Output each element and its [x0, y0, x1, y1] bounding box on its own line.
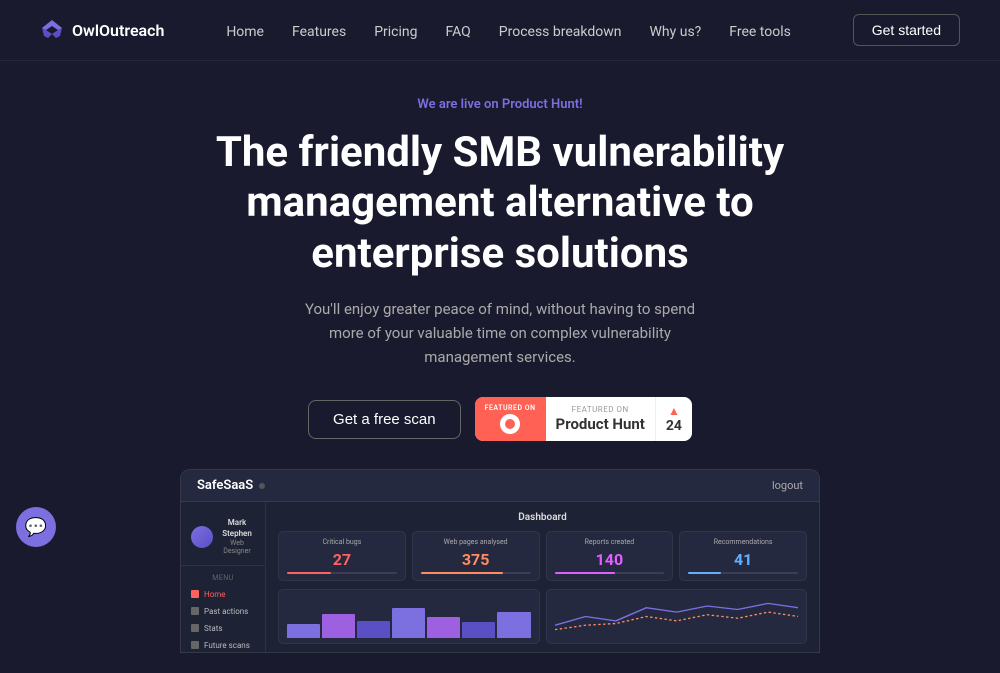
db-card-value-2: 140	[555, 550, 665, 569]
ph-circle-icon	[500, 414, 520, 434]
db-bar-chart-bars	[287, 603, 531, 638]
db-card-value-3: 41	[688, 550, 798, 569]
db-card-bar-fill-2	[555, 572, 615, 574]
db-card-reports: Reports created 140	[546, 531, 674, 581]
db-line-chart	[546, 589, 808, 644]
db-card-bar-fill-3	[688, 572, 721, 574]
ph-upvote-count: ▲ 24	[655, 397, 692, 441]
nav-links: Home Features Pricing FAQ Process breakd…	[226, 21, 791, 40]
db-avatar	[191, 526, 213, 548]
ph-product-hunt-label: Product Hunt	[556, 415, 645, 433]
nav-item-home[interactable]: Home	[226, 21, 264, 40]
db-bar-6	[462, 622, 495, 638]
db-menu-item-home[interactable]: Home	[181, 586, 265, 603]
db-line-chart-svg	[555, 599, 799, 634]
nav-item-pricing[interactable]: Pricing	[374, 21, 417, 40]
db-card-label-3: Recommendations	[688, 538, 798, 546]
db-menu-label-stats: Stats	[204, 624, 222, 633]
db-menu-item-past-actions[interactable]: Past actions	[181, 603, 265, 620]
db-bar-3	[357, 621, 390, 639]
db-card-bar-1	[421, 572, 531, 574]
db-topbar: SafeSaaS logout	[181, 470, 819, 502]
ph-arrow-icon: ▲	[668, 404, 680, 418]
chat-bubble-button[interactable]: 💬	[16, 507, 56, 547]
logo-text: OwlOutreach	[72, 21, 164, 40]
db-card-bar-fill-1	[421, 572, 503, 574]
db-menu-label: MENU	[181, 574, 265, 582]
db-bar-7	[497, 612, 530, 638]
db-card-label-1: Web pages analysed	[421, 538, 531, 546]
db-future-scans-icon	[191, 641, 199, 649]
db-past-actions-icon	[191, 607, 199, 615]
nav-item-faq[interactable]: FAQ	[446, 21, 471, 40]
db-card-label-2: Reports created	[555, 538, 665, 546]
nav-item-why[interactable]: Why us?	[650, 21, 702, 40]
db-menu-item-stats[interactable]: Stats	[181, 620, 265, 637]
hero-section: We are live on Product Hunt! The friendl…	[0, 61, 1000, 673]
db-charts-row	[278, 589, 807, 644]
db-menu-label-future-scans: Future scans	[204, 641, 250, 650]
live-badge: We are live on Product Hunt!	[417, 97, 582, 112]
db-bar-chart	[278, 589, 540, 644]
db-app-name: SafeSaaS	[197, 478, 253, 493]
ph-badge-text: FEATURED ON Product Hunt	[546, 405, 655, 433]
nav-item-process[interactable]: Process breakdown	[499, 21, 622, 40]
ph-badge-icon-area: FEATURED ON	[475, 397, 546, 441]
ph-featured-label: FEATURED ON	[485, 404, 536, 412]
db-stats-icon	[191, 624, 199, 632]
db-menu-label-home: Home	[204, 590, 226, 599]
db-bar-5	[427, 617, 460, 638]
product-hunt-badge[interactable]: FEATURED ON FEATURED ON Product Hunt ▲ 2…	[475, 397, 692, 441]
db-user-area: Mark Stephen Web Designer	[181, 512, 265, 566]
cta-row: Get a free scan FEATURED ON FEATURED ON …	[308, 397, 692, 441]
hero-subtitle: You'll enjoy greater peace of mind, with…	[290, 297, 710, 369]
db-card-bar-3	[688, 572, 798, 574]
ph-featured-on-text: FEATURED ON	[556, 405, 645, 414]
db-menu-label-past-actions: Past actions	[204, 607, 248, 616]
db-dot	[259, 483, 265, 489]
db-card-bar-0	[287, 572, 397, 574]
nav-item-tools[interactable]: Free tools	[729, 21, 791, 40]
navbar: OwlOutreach Home Features Pricing FAQ Pr…	[0, 0, 1000, 61]
logo-area: OwlOutreach	[40, 20, 164, 40]
db-menu-item-future-scans[interactable]: Future scans	[181, 637, 265, 653]
nav-item-features[interactable]: Features	[292, 21, 346, 40]
db-bar-4	[392, 608, 425, 638]
ph-count-number: 24	[666, 418, 682, 434]
db-card-bar-2	[555, 572, 665, 574]
db-username: Mark Stephen	[219, 518, 255, 539]
db-sidebar: Mark Stephen Web Designer MENU Home Past…	[181, 502, 266, 652]
dashboard-preview: SafeSaaS logout Mark Stephen Web Designe…	[180, 469, 820, 653]
db-card-bar-fill-0	[287, 572, 331, 574]
db-card-recommendations: Recommendations 41	[679, 531, 807, 581]
db-user-info: Mark Stephen Web Designer	[219, 518, 255, 555]
db-card-critical-bugs: Critical bugs 27	[278, 531, 406, 581]
free-scan-button[interactable]: Get a free scan	[308, 400, 461, 439]
db-stats-cards: Critical bugs 27 Web pages analysed 375	[278, 531, 807, 581]
db-card-label-0: Critical bugs	[287, 538, 397, 546]
db-main-title: Dashboard	[278, 512, 807, 523]
db-logo-area: SafeSaaS	[197, 478, 265, 493]
db-body: Mark Stephen Web Designer MENU Home Past…	[181, 502, 819, 652]
db-home-icon	[191, 590, 199, 598]
get-started-button[interactable]: Get started	[853, 14, 960, 46]
hero-title: The friendly SMB vulnerability managemen…	[160, 128, 840, 279]
db-card-web-pages: Web pages analysed 375	[412, 531, 540, 581]
ph-circle-inner	[505, 419, 515, 429]
db-main-content: Dashboard Critical bugs 27 Web pages ana…	[266, 502, 819, 652]
db-bar-1	[287, 624, 320, 638]
db-logout-label[interactable]: logout	[772, 479, 803, 492]
owl-logo-icon	[40, 20, 64, 40]
db-bar-2	[322, 614, 355, 639]
db-card-value-1: 375	[421, 550, 531, 569]
chat-icon: 💬	[25, 517, 47, 538]
db-user-role: Web Designer	[219, 539, 255, 555]
db-card-value-0: 27	[287, 550, 397, 569]
